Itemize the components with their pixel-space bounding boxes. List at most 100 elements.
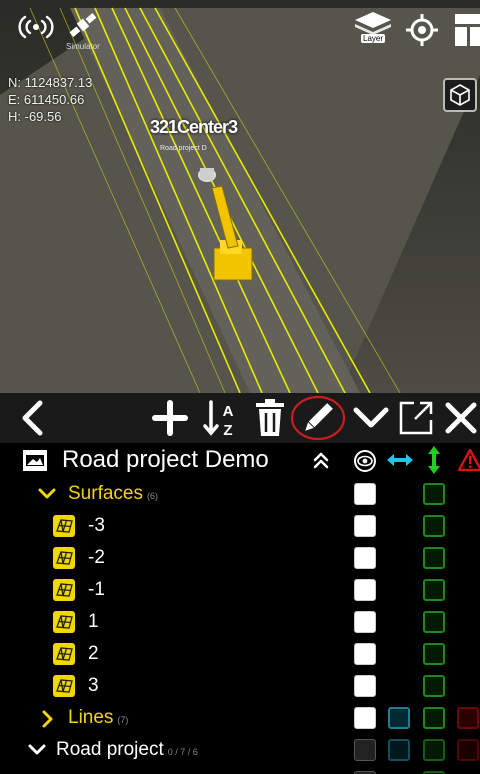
map-scene: [0, 0, 480, 393]
coordinates-readout: N: 1124837.13 E: 611450.66 H: -69.56: [8, 74, 92, 125]
visibility-checkbox[interactable]: [354, 579, 376, 601]
project-title: Road project Demo: [62, 446, 269, 473]
warning-icon[interactable]: [458, 449, 480, 471]
surface-item[interactable]: -1: [0, 574, 480, 606]
folder-lines-name: Lines: [68, 707, 114, 728]
station-left-label: 321: [150, 117, 178, 137]
visibility-checkbox[interactable]: [354, 515, 376, 537]
surface-item-label: -2: [88, 547, 105, 568]
vertical-checkbox[interactable]: [423, 611, 445, 633]
center-text: Center: [177, 117, 229, 137]
surface-item[interactable]: 3: [0, 670, 480, 702]
folder-road-project-name: Road project: [56, 739, 164, 760]
surface-item-label: 3: [88, 675, 99, 696]
road-project-map-label: Road project D: [160, 145, 207, 152]
visibility-checkbox[interactable]: [354, 483, 376, 505]
surface-item[interactable]: -2: [0, 542, 480, 574]
add-button[interactable]: [148, 393, 192, 443]
delete-button[interactable]: [250, 393, 290, 443]
horizontal-checkbox[interactable]: [388, 739, 410, 761]
centerline-label: 321Center3: [150, 117, 238, 138]
visibility-checkbox[interactable]: [354, 675, 376, 697]
surface-item-label: 2: [88, 643, 99, 664]
project-header[interactable]: Road project Demo: [0, 443, 480, 477]
folder-surfaces-label: Surfaces (6): [68, 478, 158, 510]
surface-item-label: -3: [88, 515, 105, 536]
collapse-all-icon[interactable]: [312, 451, 330, 469]
vertical-checkbox[interactable]: [423, 579, 445, 601]
panel-layout-icon[interactable]: [453, 12, 480, 53]
vertical-checkbox[interactable]: [423, 707, 445, 729]
close-icon: [445, 402, 477, 434]
close-button[interactable]: [442, 393, 480, 443]
layer-toolbar: AZ: [0, 393, 480, 443]
surface-item-label: -1: [88, 579, 105, 600]
sort-az-icon: AZ: [203, 400, 234, 438]
sort-button[interactable]: AZ: [200, 393, 240, 443]
surface-item-label: 1: [88, 611, 99, 632]
horizontal-arrows-icon[interactable]: [387, 453, 413, 467]
warning-checkbox[interactable]: [457, 707, 479, 729]
coord-north: N: 1124837.13: [8, 75, 93, 90]
surface-icon: [53, 547, 75, 569]
folder-road-project-count: 0 / 7 / 6: [167, 747, 198, 757]
edit-button[interactable]: [290, 393, 346, 443]
folder-road-project[interactable]: Road project 0 / 7 / 6: [0, 734, 480, 766]
3d-view-icon[interactable]: [443, 78, 477, 117]
expand-button[interactable]: [350, 393, 392, 443]
svg-text:Z: Z: [223, 422, 232, 438]
folder-lines-count: (7): [117, 715, 129, 725]
svg-text:A: A: [223, 403, 234, 420]
back-icon: [22, 400, 43, 436]
edit-icon: [290, 395, 346, 441]
map-view[interactable]: Simulator Layer N: 1124837.13 E: 611450.…: [0, 0, 480, 393]
surface-icon: [53, 611, 75, 633]
signal-icon[interactable]: [18, 12, 54, 47]
surface-item[interactable]: -3: [0, 510, 480, 542]
vertical-checkbox[interactable]: [423, 547, 445, 569]
surface-icon: [53, 579, 75, 601]
delete-icon: [256, 399, 284, 436]
coord-east: E: 611450.66: [8, 92, 85, 107]
vertical-checkbox[interactable]: [423, 643, 445, 665]
expand-icon: [353, 407, 389, 428]
vertical-checkbox[interactable]: [423, 483, 445, 505]
locate-icon[interactable]: [404, 12, 440, 53]
vertical-arrows-icon[interactable]: [427, 446, 441, 474]
folder-lines[interactable]: Lines (7): [0, 702, 480, 734]
chevron-down-icon: [28, 744, 46, 755]
warning-checkbox[interactable]: [457, 739, 479, 761]
simulator-label: Simulator: [66, 42, 100, 51]
chevron-down-icon: [38, 488, 56, 499]
surface-icon: [53, 675, 75, 697]
folder-road-project-label: Road project 0 / 7 / 6: [56, 734, 198, 766]
station-right-label: 3: [228, 117, 238, 137]
partial-row: [0, 766, 480, 774]
project-folder-icon: [23, 450, 47, 471]
layer-tree: Road project Demo Surfaces (6) Lines (7) R…: [0, 443, 480, 774]
folder-surfaces-name: Surfaces: [68, 483, 143, 504]
visibility-checkbox[interactable]: [354, 643, 376, 665]
folder-surfaces[interactable]: Surfaces (6): [0, 478, 480, 510]
visibility-checkbox[interactable]: [354, 547, 376, 569]
vertical-checkbox[interactable]: [423, 675, 445, 697]
surface-item[interactable]: 2: [0, 638, 480, 670]
folder-lines-label: Lines (7): [68, 702, 128, 734]
back-button[interactable]: [12, 393, 52, 443]
horizontal-checkbox[interactable]: [388, 707, 410, 729]
add-icon: [152, 400, 188, 436]
visibility-checkbox[interactable]: [354, 707, 376, 729]
visibility-icon[interactable]: [353, 449, 377, 473]
coord-height: H: -69.56: [8, 109, 62, 124]
open-external-button[interactable]: [395, 393, 437, 443]
chevron-right-icon: [42, 710, 53, 728]
visibility-checkbox[interactable]: [354, 739, 376, 761]
visibility-checkbox[interactable]: [354, 611, 376, 633]
vertical-checkbox[interactable]: [423, 515, 445, 537]
folder-surfaces-count: (6): [146, 491, 158, 501]
vertical-checkbox[interactable]: [423, 739, 445, 761]
surface-item[interactable]: 1: [0, 606, 480, 638]
surface-icon: [53, 643, 75, 665]
surface-icon: [53, 515, 75, 537]
open-external-icon: [399, 401, 433, 435]
